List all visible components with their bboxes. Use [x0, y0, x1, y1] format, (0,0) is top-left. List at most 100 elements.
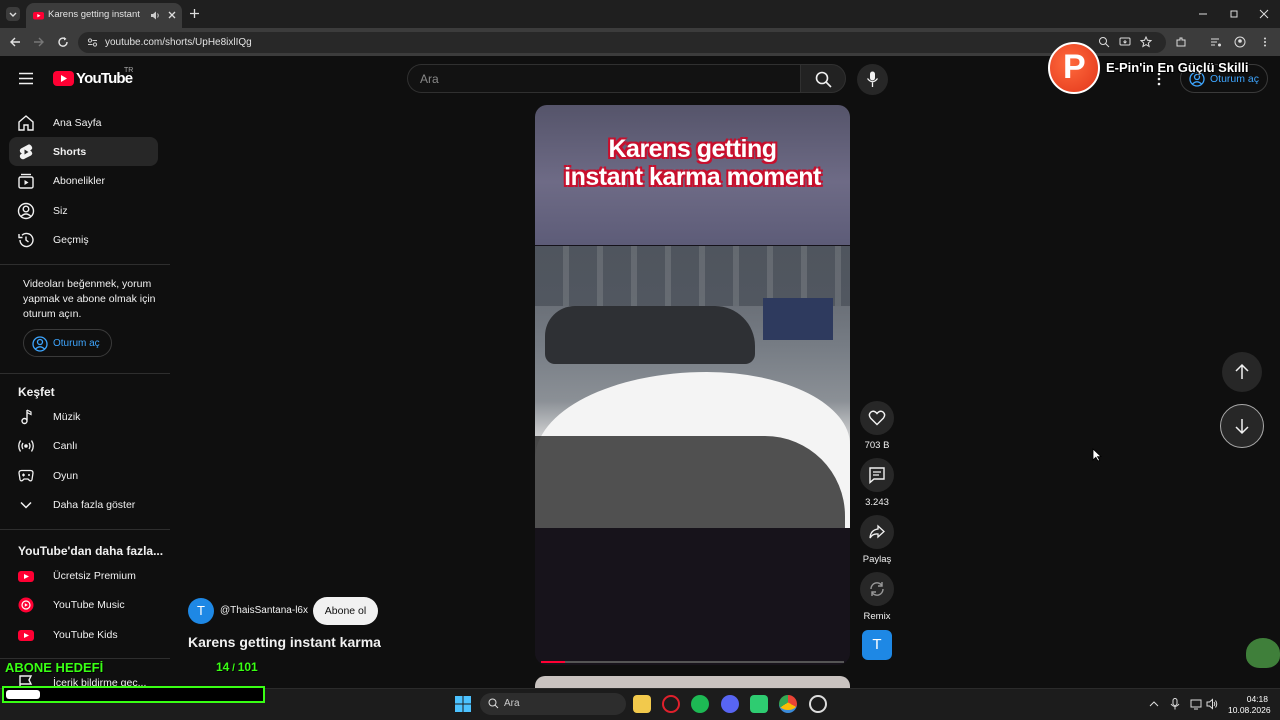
chevron-down-icon	[20, 501, 32, 509]
comment-icon	[869, 467, 885, 484]
mic-tray-icon[interactable]	[1170, 698, 1180, 710]
sidebar-item-label: Canlı	[53, 440, 78, 452]
speaker-icon[interactable]	[150, 10, 161, 21]
sidebar-item-youtube-music[interactable]: YouTube Music	[9, 590, 158, 619]
voice-search-button[interactable]	[857, 64, 888, 95]
back-icon[interactable]	[9, 36, 21, 48]
subscriptions-icon	[18, 173, 34, 189]
short-video-player[interactable]: Karens getting instant karma moment	[535, 105, 850, 665]
discord-icon[interactable]	[721, 695, 739, 713]
youtube-logo-icon	[53, 71, 74, 86]
search-input[interactable]: Ara	[407, 64, 801, 93]
chevron-up-icon[interactable]	[1149, 699, 1159, 709]
sound-source-avatar[interactable]: T	[862, 630, 892, 660]
live-icon	[18, 440, 34, 452]
sidebar-item-label: Ücretsiz Premium	[53, 570, 136, 582]
sidebar-item-label: Müzik	[53, 411, 81, 423]
sidebar-item-subscriptions[interactable]: Abonelikler	[9, 166, 158, 195]
youtube-premium-icon	[18, 571, 34, 582]
sidebar-item-show-more[interactable]: Daha fazla göster	[9, 490, 158, 519]
music-icon	[21, 409, 32, 425]
close-window-icon[interactable]	[1259, 9, 1269, 19]
brand-logo-letter: P	[1063, 48, 1086, 86]
remix-icon	[870, 582, 884, 596]
sidebar-item-home[interactable]: Ana Sayfa	[9, 108, 158, 137]
search-icon	[815, 71, 832, 88]
restore-icon[interactable]	[1229, 9, 1239, 19]
home-icon	[18, 115, 34, 131]
video-caption-line1: Karens getting	[608, 135, 777, 163]
sidebar-item-music[interactable]: Müzik	[9, 402, 158, 431]
taskbar-clock[interactable]: 04:18 10.08.2026	[1228, 694, 1271, 716]
like-button[interactable]	[860, 401, 894, 435]
video-progress-bar[interactable]	[541, 661, 844, 663]
sidebar-item-shorts[interactable]: Shorts	[9, 137, 158, 166]
search-button[interactable]	[800, 64, 846, 93]
hamburger-menu-icon[interactable]	[19, 72, 33, 85]
chrome-icon[interactable]	[779, 695, 797, 713]
file-explorer-icon[interactable]	[633, 695, 651, 713]
opera-gx-icon[interactable]	[662, 695, 680, 713]
tab-search-button[interactable]	[6, 7, 20, 21]
previous-short-button[interactable]	[1222, 352, 1262, 392]
comments-button[interactable]	[860, 458, 894, 492]
search-placeholder: Ara	[420, 72, 439, 86]
network-icon[interactable]	[1190, 698, 1202, 710]
pepe-emote-icon	[1246, 638, 1280, 668]
sidebar-item-gaming[interactable]: Oyun	[9, 461, 158, 490]
site-info-icon[interactable]	[87, 37, 98, 48]
channel-avatar[interactable]: T	[188, 598, 214, 624]
subscribe-button[interactable]: Abone ol	[313, 597, 378, 625]
car-shape	[545, 306, 755, 364]
sidebar-divider	[0, 373, 170, 374]
sidebar-item-history[interactable]: Geçmiş	[9, 225, 158, 254]
search-icon	[488, 698, 499, 709]
sidebar-item-premium[interactable]: Ücretsiz Premium	[9, 561, 158, 590]
sidebar-divider	[0, 264, 170, 265]
channel-name[interactable]: @ThaisSantana-l6x	[220, 605, 308, 616]
arrow-up-icon	[1235, 363, 1249, 379]
video-caption-line2: instant karma moment	[564, 163, 821, 191]
sidebar-item-label: Siz	[53, 205, 68, 217]
volume-icon[interactable]	[1206, 698, 1218, 710]
share-button[interactable]	[860, 515, 894, 549]
reload-icon[interactable]	[57, 36, 69, 48]
share-icon	[869, 524, 885, 539]
spotify-icon[interactable]	[691, 695, 709, 713]
video-caption-overlay: Karens getting instant karma moment	[535, 135, 850, 191]
sidebar-login-label: Oturum aç	[53, 338, 100, 349]
chevron-down-icon	[9, 12, 17, 17]
sidebar-item-label: Shorts	[53, 146, 87, 158]
taskbar-search[interactable]: Ara	[480, 693, 626, 715]
obs-icon[interactable]	[809, 695, 827, 713]
new-tab-icon[interactable]	[189, 8, 200, 19]
whatsapp-icon[interactable]	[750, 695, 768, 713]
next-short-preview[interactable]	[535, 676, 850, 688]
minimize-icon[interactable]	[1198, 9, 1208, 19]
video-title[interactable]: Karens getting instant karma	[188, 634, 381, 650]
subscriber-goal-count: 14 / 101	[216, 660, 258, 674]
goal-target: 101	[237, 660, 258, 674]
building-facade	[535, 246, 850, 306]
heart-icon	[868, 410, 886, 426]
sidebar-login-button[interactable]: Oturum aç	[23, 329, 112, 357]
clock-date: 10.08.2026	[1228, 705, 1271, 715]
forward-icon[interactable]	[33, 36, 45, 48]
next-short-button[interactable]	[1220, 404, 1264, 448]
brand-logo: P	[1048, 42, 1100, 94]
youtube-logo[interactable]: YouTube TR	[53, 67, 143, 88]
browser-tab-bar: Karens getting instant karma	[0, 0, 1280, 28]
close-tab-icon[interactable]	[167, 10, 177, 20]
car-window-frame	[535, 436, 845, 536]
browser-tab[interactable]: Karens getting instant karma	[26, 3, 182, 28]
youtube-favicon-icon	[33, 12, 44, 20]
user-icon	[17, 202, 35, 220]
share-label: Paylaş	[862, 554, 892, 565]
sidebar-item-live[interactable]: Canlı	[9, 431, 158, 460]
sidebar-item-youtube-kids[interactable]: YouTube Kids	[9, 620, 158, 649]
sidebar-item-you[interactable]: Siz	[9, 196, 158, 225]
windows-start-icon[interactable]	[455, 696, 471, 712]
history-icon	[18, 232, 34, 248]
region-code: TR	[124, 67, 134, 74]
remix-button[interactable]	[860, 572, 894, 606]
